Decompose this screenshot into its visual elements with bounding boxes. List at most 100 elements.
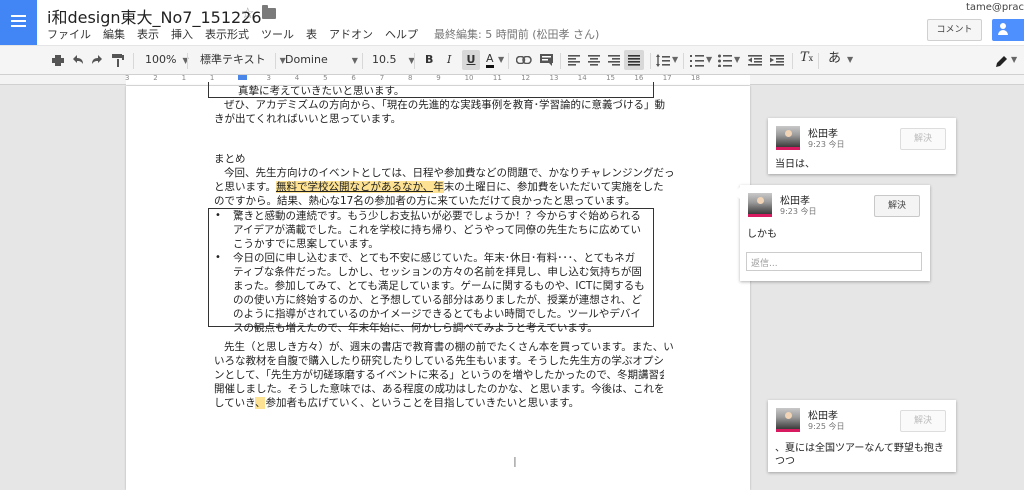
input-tools-label: あ xyxy=(828,51,842,66)
indent-marker[interactable] xyxy=(238,75,247,80)
ruler-number: 17 xyxy=(662,74,672,82)
menu-format[interactable]: 表示形式 xyxy=(205,26,249,42)
ruler-number: 10 xyxy=(464,74,474,82)
menu-view[interactable]: 表示 xyxy=(137,26,159,42)
numbered-list-icon[interactable] xyxy=(690,54,704,67)
chevron-down-icon[interactable]: ▼ xyxy=(1011,52,1017,68)
ruler-number: 15 xyxy=(606,74,616,82)
doc-line: していき、参加者も広げていく、ということを目指していきたいと思います。 xyxy=(214,397,580,409)
avatar xyxy=(748,193,772,217)
comment-author: 松田孝 xyxy=(780,196,810,207)
italic-button[interactable]: I xyxy=(447,52,451,68)
ruler-number: 8 xyxy=(408,74,413,82)
comment-author: 松田孝 xyxy=(808,129,838,140)
bold-button[interactable]: B xyxy=(425,52,433,68)
last-edit-status[interactable]: 最終編集: 5 時間前 (松田孝 さん) xyxy=(434,26,599,42)
ruler-number: 11 xyxy=(492,74,502,82)
star-icon[interactable]: ☆ xyxy=(241,4,254,22)
document-title[interactable]: i和design東大_No7_151226 xyxy=(47,4,262,28)
add-comment-icon[interactable] xyxy=(540,54,553,66)
menu-insert[interactable]: 挿入 xyxy=(171,26,193,42)
comment-time: 9:23 今日 xyxy=(780,207,817,216)
text-color-button[interactable]: A xyxy=(486,52,494,68)
menu-edit[interactable]: 編集 xyxy=(103,26,125,42)
doc-line: ぜひ、アカデミズムの方向から、「現在の先進的な実践事例を教育･学習論的に意義づけ… xyxy=(224,99,665,111)
menu-addons[interactable]: アドオン xyxy=(329,26,373,42)
menu-table[interactable]: 表 xyxy=(306,26,317,42)
feedback-box: • 驚きと感動の連続です。もう少しお支払いが必要でしょうか！？今からすぐ始められ… xyxy=(208,208,654,334)
toolbar: 100% ▼ 標準テキスト ▼ Domine ▼ 10.5 ▼ B I U A ▼ ▼ … xyxy=(0,45,1024,75)
chevron-down-icon[interactable]: ▼ xyxy=(672,52,678,68)
docs-logo-icon[interactable] xyxy=(0,0,37,45)
resolve-button[interactable]: 解決 xyxy=(900,410,946,432)
doc-line: と思います。無料で学校公開などがあるなか、年末の土曜日に、参加費をいただいて実施… xyxy=(214,181,664,193)
doc-line: 今回、先生方向けのイベントとしては、日程や参加費などの問題で、かなりチャレンジン… xyxy=(224,167,674,179)
menu-file[interactable]: ファイル xyxy=(47,26,91,42)
commented-text[interactable]: 年 xyxy=(433,181,444,193)
ruler-number: 5 xyxy=(323,74,328,82)
paint-format-icon[interactable] xyxy=(112,54,124,67)
zoom-select[interactable]: 100% ▼ xyxy=(145,52,189,69)
input-tools-button[interactable]: あ ▼ xyxy=(828,51,853,68)
ruler-number: 12 xyxy=(521,74,531,82)
chevron-down-icon[interactable]: ▼ xyxy=(734,52,740,68)
redo-icon[interactable] xyxy=(91,55,103,65)
font-size-value: 10.5 xyxy=(372,53,397,66)
avatar xyxy=(776,126,800,150)
menu-tools[interactable]: ツール xyxy=(261,26,294,42)
share-button[interactable] xyxy=(992,19,1024,41)
resolve-button[interactable]: 解決 xyxy=(900,128,946,150)
bulleted-list-icon[interactable] xyxy=(718,54,732,67)
doc-line: いろな教材を自腹で購入したり研究したりしている先生もいます。そうした先生方の学ぶ… xyxy=(214,355,664,367)
ruler-number: 16 xyxy=(634,74,644,82)
menu-help[interactable]: ヘルプ xyxy=(385,26,418,42)
user-email[interactable]: tame@prac xyxy=(966,2,1024,13)
align-right-icon[interactable] xyxy=(608,55,620,66)
commented-text[interactable]: 無料で学校公開などがあるなか、 xyxy=(275,181,434,193)
ruler-number: 1 xyxy=(181,74,187,82)
comment-text: しかも xyxy=(747,229,777,240)
comment-author: 松田孝 xyxy=(808,411,838,422)
commented-text[interactable]: 、 xyxy=(254,397,266,409)
comment-text: 当日は、 xyxy=(775,159,815,170)
clear-formatting-icon[interactable]: Tx xyxy=(800,50,813,67)
ruler-number: 4 xyxy=(294,74,300,82)
section-heading: まとめ xyxy=(214,153,246,165)
decrease-indent-icon[interactable] xyxy=(748,55,762,66)
resolve-button[interactable]: 解決 xyxy=(874,195,920,217)
align-left-icon[interactable] xyxy=(568,55,580,66)
pencil-icon[interactable] xyxy=(996,55,1008,67)
menu-bar: ファイル 編集 表示 挿入 表示形式 ツール 表 アドオン ヘルプ 最終編集: … xyxy=(47,26,599,42)
align-justify-button[interactable] xyxy=(624,50,644,70)
feedback-item: 驚きと感動の連続です。もう少しお支払いが必要でしょうか！？今からすぐ始められるア… xyxy=(233,210,642,250)
text-cursor-icon: I xyxy=(513,456,517,471)
feedback-item: 今日の回に申し込むまで、とても不安に感じていた。年末･休日･有料･･･、とてもネ… xyxy=(233,252,645,334)
chevron-down-icon[interactable]: ▼ xyxy=(706,52,712,68)
folder-icon[interactable] xyxy=(262,5,276,19)
ruler-number: 13 xyxy=(549,74,559,82)
ruler-number: 14 xyxy=(577,74,587,82)
chevron-down-icon[interactable]: ▼ xyxy=(498,52,504,68)
underline-button[interactable]: U xyxy=(462,50,480,70)
comment-card[interactable]: 松田孝 9:25 今日 解決 、夏には全国ツアーなんて野望も抱きつつ xyxy=(768,400,956,472)
doc-line: 開催しました。そうした意味では、ある程度の成功はしたのかな、と思います。今後は、… xyxy=(214,383,664,395)
reply-input[interactable]: 返信... xyxy=(746,252,922,271)
link-icon[interactable] xyxy=(516,56,532,64)
font-select[interactable]: Domine ▼ xyxy=(285,52,358,69)
style-value: 標準テキスト xyxy=(200,53,266,66)
ruler-number: 3 xyxy=(266,74,271,82)
ruler-number: 6 xyxy=(351,74,356,82)
line-spacing-icon[interactable] xyxy=(656,54,670,67)
font-size-select[interactable]: 10.5 ▼ xyxy=(372,52,415,69)
increase-indent-icon[interactable] xyxy=(770,55,784,66)
chevron-down-icon: ▼ xyxy=(351,56,358,65)
ruler-number: 18 xyxy=(691,74,700,82)
undo-icon[interactable] xyxy=(72,55,84,65)
align-center-icon[interactable] xyxy=(588,55,600,66)
print-icon[interactable] xyxy=(52,55,64,66)
comment-card-active[interactable]: 松田孝 9:23 今日 解決 しかも 返信... xyxy=(734,185,930,281)
doc-line: 先生（と思しき方々）が、週末の書店で教育書の棚の前でたくさん本を買っています。ま… xyxy=(224,341,674,353)
style-select[interactable]: 標準テキスト ▼ xyxy=(200,52,286,69)
comments-button[interactable]: コメント xyxy=(927,19,982,41)
comment-card[interactable]: 松田孝 9:23 今日 解決 当日は、 xyxy=(768,118,956,174)
